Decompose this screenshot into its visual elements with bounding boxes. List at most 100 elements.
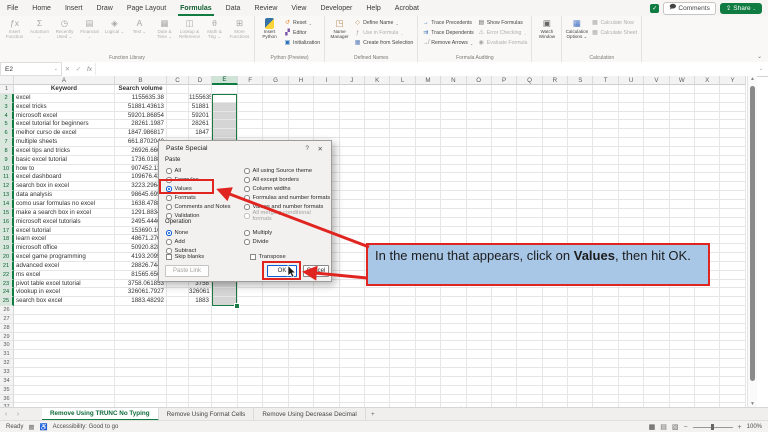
- cell-L13[interactable]: [390, 191, 415, 200]
- cell-U9[interactable]: [619, 156, 644, 165]
- cell-Q11[interactable]: [517, 173, 542, 182]
- cell-G4[interactable]: [263, 112, 288, 121]
- cell-Q30[interactable]: [517, 341, 542, 350]
- cell-P25[interactable]: [492, 297, 517, 306]
- cell-T12[interactable]: [593, 182, 618, 191]
- cell-F6[interactable]: [238, 129, 263, 138]
- share-button[interactable]: ⇪ Share ⌄: [720, 3, 762, 14]
- cell-U12[interactable]: [619, 182, 644, 191]
- cell-P16[interactable]: [492, 218, 517, 227]
- cell-G33[interactable]: [263, 368, 288, 377]
- cell-M16[interactable]: [416, 218, 441, 227]
- cell-D5[interactable]: 28261: [189, 120, 212, 129]
- cell-Q26[interactable]: [517, 306, 542, 315]
- cell-T11[interactable]: [593, 173, 618, 182]
- cell-D31[interactable]: [189, 350, 212, 359]
- cell-B32[interactable]: [115, 359, 167, 368]
- cell-R32[interactable]: [543, 359, 568, 368]
- remove-arrows-button[interactable]: ↛Remove Arrows⌄: [420, 38, 476, 48]
- cell-Y6[interactable]: [720, 129, 745, 138]
- cell-K7[interactable]: [365, 138, 390, 147]
- cell-M36[interactable]: [416, 395, 441, 404]
- cell-X5[interactable]: [695, 120, 720, 129]
- cell-U2[interactable]: [619, 94, 644, 103]
- cell-X13[interactable]: [695, 191, 720, 200]
- column-header-L[interactable]: L: [390, 76, 415, 85]
- cell-E2[interactable]: [212, 94, 238, 103]
- cell-P27[interactable]: [492, 315, 517, 324]
- cell-S12[interactable]: [568, 182, 593, 191]
- chevron-down-icon[interactable]: ⌄: [54, 66, 61, 72]
- cell-T13[interactable]: [593, 191, 618, 200]
- cell-P29[interactable]: [492, 333, 517, 342]
- cell-W31[interactable]: [670, 350, 695, 359]
- cell-S15[interactable]: [568, 209, 593, 218]
- page-break-view-icon[interactable]: ▧: [672, 423, 679, 431]
- row-header-28[interactable]: 28: [0, 324, 14, 333]
- cell-O15[interactable]: [467, 209, 492, 218]
- cell-T26[interactable]: [593, 306, 618, 315]
- row-header-16[interactable]: 16: [0, 218, 14, 227]
- cell-O5[interactable]: [467, 120, 492, 129]
- cell-J3[interactable]: [340, 103, 365, 112]
- cell-F3[interactable]: [238, 103, 263, 112]
- cell-B34[interactable]: [115, 377, 167, 386]
- cell-T10[interactable]: [593, 165, 618, 174]
- cell-C34[interactable]: [167, 377, 189, 386]
- cell-D34[interactable]: [189, 377, 212, 386]
- define-name-button[interactable]: ◇Define Name⌄: [352, 18, 415, 28]
- cell-O28[interactable]: [467, 324, 492, 333]
- cell-G25[interactable]: [263, 297, 288, 306]
- row-header-17[interactable]: 17: [0, 227, 14, 236]
- cell-F33[interactable]: [238, 368, 263, 377]
- cell-G24[interactable]: [263, 288, 288, 297]
- cell-J5[interactable]: [340, 120, 365, 129]
- cell-J11[interactable]: [340, 173, 365, 182]
- cell-L4[interactable]: [390, 112, 415, 121]
- cell-C36[interactable]: [167, 395, 189, 404]
- cell-Q3[interactable]: [517, 103, 542, 112]
- column-header-M[interactable]: M: [416, 76, 441, 85]
- cell-R12[interactable]: [543, 182, 568, 191]
- cell-B33[interactable]: [115, 368, 167, 377]
- cell-K3[interactable]: [365, 103, 390, 112]
- cell-R6[interactable]: [543, 129, 568, 138]
- cell-K6[interactable]: [365, 129, 390, 138]
- cell-A12[interactable]: search box in excel: [14, 182, 115, 191]
- cell-K31[interactable]: [365, 350, 390, 359]
- cell-Y21[interactable]: [720, 262, 745, 271]
- cell-T25[interactable]: [593, 297, 618, 306]
- cell-L1[interactable]: [390, 85, 415, 94]
- row-header-10[interactable]: 10: [0, 165, 14, 174]
- cell-W11[interactable]: [670, 173, 695, 182]
- cancel-button[interactable]: Cancel: [303, 265, 329, 277]
- cell-F31[interactable]: [238, 350, 263, 359]
- cell-A6[interactable]: melhor curso de excel: [14, 129, 115, 138]
- cell-G31[interactable]: [263, 350, 288, 359]
- ribbon-tab-formulas[interactable]: Formulas: [173, 0, 219, 16]
- cell-X36[interactable]: [695, 395, 720, 404]
- cell-S4[interactable]: [568, 112, 593, 121]
- cell-U7[interactable]: [619, 138, 644, 147]
- cell-A35[interactable]: [14, 386, 115, 395]
- cell-V4[interactable]: [644, 112, 669, 121]
- cell-X31[interactable]: [695, 350, 720, 359]
- cell-H6[interactable]: [289, 129, 314, 138]
- cell-Y9[interactable]: [720, 156, 745, 165]
- cell-J19[interactable]: [340, 244, 365, 253]
- cell-U11[interactable]: [619, 173, 644, 182]
- cell-C27[interactable]: [167, 315, 189, 324]
- cell-O11[interactable]: [467, 173, 492, 182]
- cell-J18[interactable]: [340, 235, 365, 244]
- cell-D26[interactable]: [189, 306, 212, 315]
- cell-H26[interactable]: [289, 306, 314, 315]
- cell-J33[interactable]: [340, 368, 365, 377]
- cell-K15[interactable]: [365, 209, 390, 218]
- cell-P24[interactable]: [492, 288, 517, 297]
- cell-J9[interactable]: [340, 156, 365, 165]
- cell-V30[interactable]: [644, 341, 669, 350]
- cell-D1[interactable]: [189, 85, 212, 94]
- cell-D27[interactable]: [189, 315, 212, 324]
- cell-K26[interactable]: [365, 306, 390, 315]
- ribbon-tab-data[interactable]: Data: [219, 0, 248, 16]
